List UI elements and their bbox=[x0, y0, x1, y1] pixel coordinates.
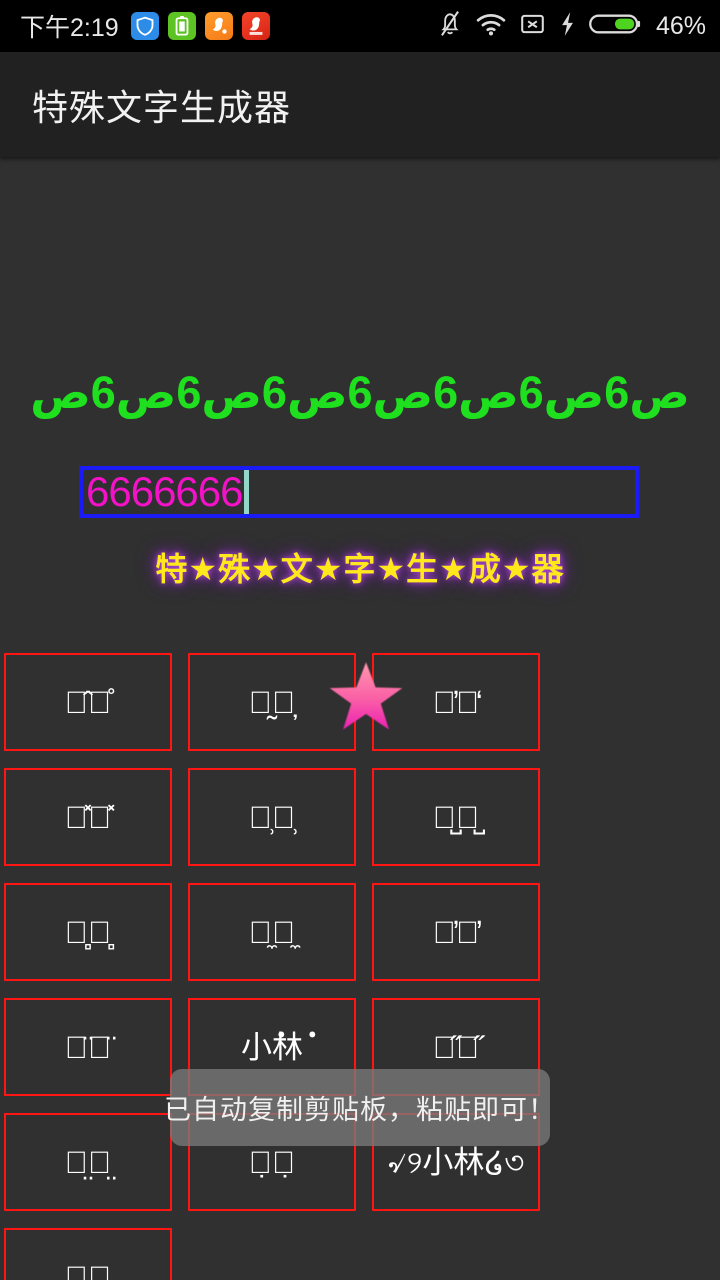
result-cell[interactable]: 小̓林̓ bbox=[372, 883, 540, 981]
results-grid: 小̂林̊ 小̰林̦ 小̕林̒ 小̽林̽ 小̹林̹ 小̺林̺ 小̻林̻ 小̼林̼ … bbox=[0, 653, 720, 1280]
status-bar: 下午2:19 46% bbox=[0, 0, 720, 52]
battery-percent-label: 46% bbox=[655, 11, 706, 40]
result-cell[interactable]: 小̽林̽ bbox=[4, 768, 172, 866]
result-cell[interactable]: 小̕林̒ bbox=[372, 653, 540, 751]
text-input[interactable]: 6666666 bbox=[79, 466, 639, 518]
uc-browser-orange-icon bbox=[204, 12, 233, 40]
page-title: 特殊文字生成器 bbox=[32, 86, 292, 128]
no-sim-icon bbox=[519, 11, 546, 42]
toast-message: 已自动复制剪贴板，粘贴即可！ bbox=[164, 1069, 555, 1146]
wifi-icon bbox=[476, 12, 506, 41]
status-clock: 下午2:19 bbox=[20, 14, 119, 42]
phone-screen: 下午2:19 46% 特殊文字生成器 ص6ص6ص6ص6ص6ص6ص6ص 66666… bbox=[0, 0, 720, 1280]
charging-bolt-icon bbox=[559, 11, 576, 42]
battery-icon bbox=[589, 11, 641, 42]
result-cell[interactable]: 小̩林̩ bbox=[4, 1228, 172, 1280]
result-cell[interactable]: 小̂林̊ bbox=[4, 653, 172, 751]
preview-area: ص6ص6ص6ص6ص6ص6ص6ص bbox=[0, 370, 720, 415]
silent-bell-icon bbox=[437, 10, 463, 43]
status-bar-left: 下午2:19 bbox=[20, 8, 270, 44]
toast-text: 已自动复制剪贴板，粘贴即可！ bbox=[164, 1095, 556, 1125]
decorated-title: 特★殊★文★字★生★成★器 bbox=[155, 551, 565, 587]
battery-app-icon bbox=[167, 12, 196, 40]
result-cell[interactable]: 小̻林̻ bbox=[4, 883, 172, 981]
result-cell[interactable]: 小̤林̤ bbox=[4, 1113, 172, 1211]
result-cell[interactable]: 小̺林̺ bbox=[372, 768, 540, 866]
text-input-value: 6666666 bbox=[86, 468, 244, 515]
result-cell[interactable]: 小̈林̈ bbox=[4, 998, 172, 1096]
result-cell[interactable]: 小̼林̼ bbox=[188, 883, 356, 981]
text-caret bbox=[243, 470, 249, 514]
result-cell[interactable]: 小̹林̹ bbox=[188, 768, 356, 866]
tencent-shield-icon bbox=[130, 12, 159, 40]
status-bar-right: 46% bbox=[437, 10, 706, 43]
uc-browser-red-icon bbox=[241, 12, 270, 40]
result-cell[interactable]: 小̰林̦ bbox=[188, 653, 356, 751]
app-title-bar: 特殊文字生成器 bbox=[0, 52, 720, 157]
preview-text: ص6ص6ص6ص6ص6ص6ص6ص bbox=[30, 367, 691, 418]
